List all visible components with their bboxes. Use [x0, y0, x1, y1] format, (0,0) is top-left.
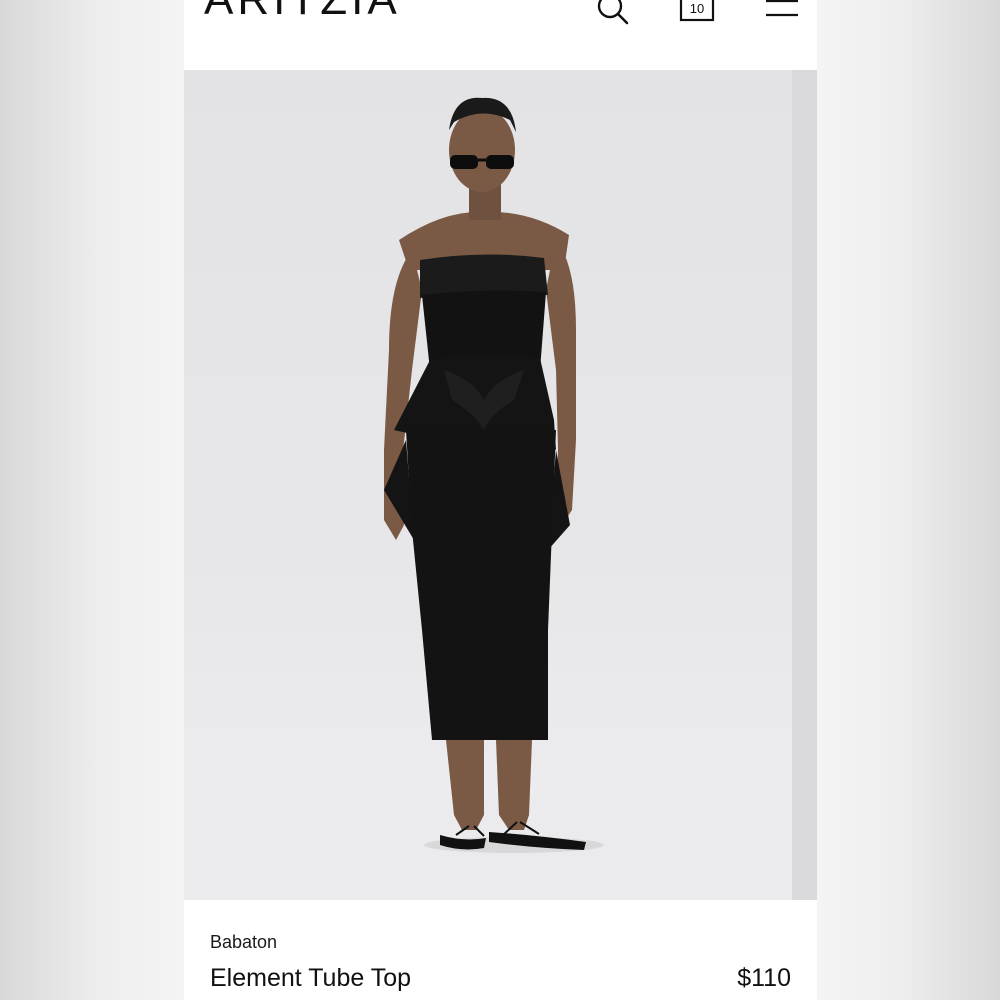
shopping-bag-button[interactable]: 10	[678, 0, 716, 24]
product-image[interactable]	[184, 70, 817, 900]
search-icon[interactable]	[596, 0, 630, 28]
hamburger-menu-icon[interactable]	[764, 0, 800, 20]
backdrop-right	[817, 0, 1000, 1000]
site-header: ARITZIA 10	[184, 0, 817, 70]
product-price: $110	[737, 964, 791, 992]
brand-logo[interactable]: ARITZIA	[204, 0, 401, 22]
product-brand[interactable]: Babaton	[210, 932, 277, 953]
product-name[interactable]: Element Tube Top	[210, 964, 411, 993]
backdrop-left	[0, 0, 184, 1000]
cart-count-badge: 10	[689, 1, 705, 16]
phone-screen: ARITZIA 10	[184, 0, 817, 1000]
model-figure	[384, 97, 604, 853]
product-info: Babaton Element Tube Top $110	[184, 900, 817, 1000]
